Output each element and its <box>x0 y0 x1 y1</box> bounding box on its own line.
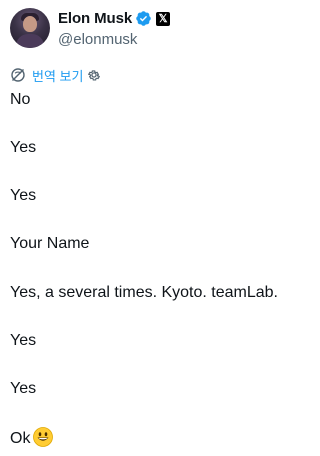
tweet-header: Elon Musk 𝕏 @elonmusk <box>10 6 171 50</box>
display-name[interactable]: Elon Musk <box>58 10 132 27</box>
gear-icon[interactable] <box>87 68 101 82</box>
tweet-line: Yes <box>10 380 37 397</box>
x-logo-icon[interactable]: 𝕏 <box>156 11 171 26</box>
tweet-line: Yes <box>10 332 37 349</box>
verified-badge-icon[interactable] <box>135 10 152 27</box>
avatar[interactable] <box>10 8 50 48</box>
author-names: Elon Musk 𝕏 @elonmusk <box>58 9 171 48</box>
translate-link[interactable]: 번역 보기 <box>32 66 83 85</box>
tweet-line: Yes <box>10 139 37 156</box>
tweet-line-last: Ok <box>10 427 54 449</box>
tweet-line: Yes, a several times. Kyoto. teamLab. <box>10 284 278 301</box>
user-handle[interactable]: @elonmusk <box>58 31 170 48</box>
tweet-line: Your Name <box>10 235 90 252</box>
grinning-face-emoji <box>33 427 54 447</box>
tweet-line: No <box>10 91 31 108</box>
translate-row[interactable]: 번역 보기 <box>10 66 101 84</box>
tweet-line: Yes <box>10 187 37 204</box>
tweet-line-text: Ok <box>10 430 31 447</box>
translate-globe-icon <box>10 67 26 83</box>
name-row: Elon Musk 𝕏 <box>58 9 171 29</box>
